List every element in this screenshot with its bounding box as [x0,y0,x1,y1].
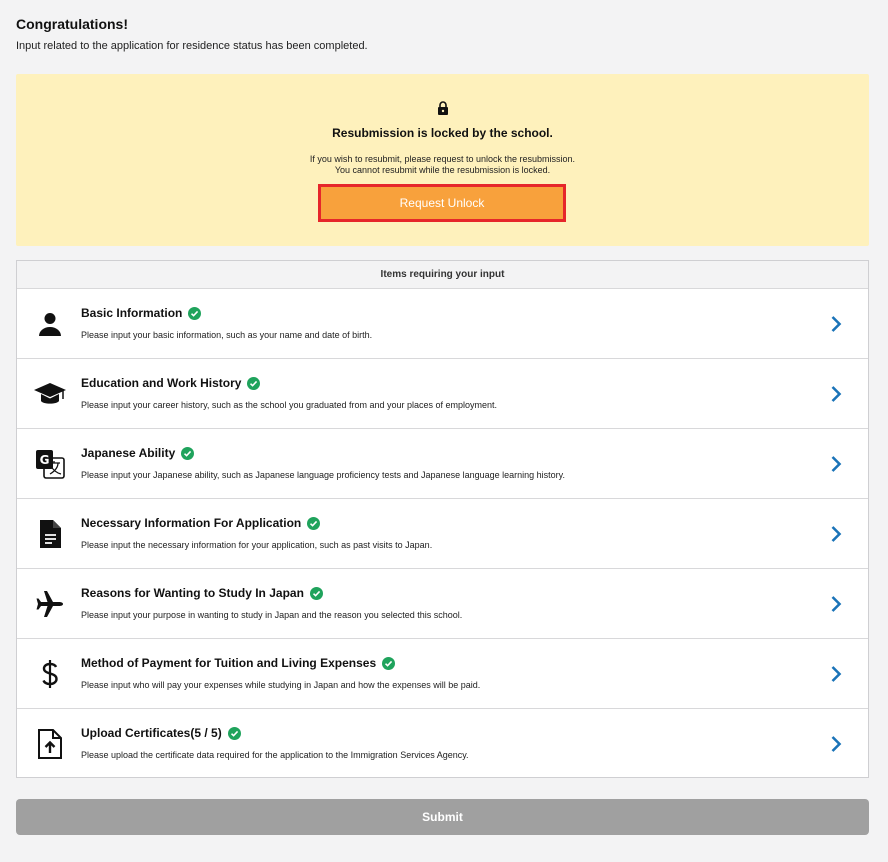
airplane-icon [33,589,67,619]
items-header: Items requiring your input [17,261,868,289]
translate-icon: G [33,449,67,479]
chevron-right-icon[interactable] [830,385,842,403]
item-basic-information[interactable]: Basic Information Please input your basi… [17,289,868,359]
check-icon [247,376,261,390]
item-necessary-information[interactable]: Necessary Information For Application Pl… [17,499,868,569]
svg-text:G: G [40,453,50,467]
lock-icon [438,101,448,115]
item-description: Please input the necessary information f… [81,540,433,550]
item-title: Upload Certificates(5 / 5) [81,726,222,740]
person-icon [33,309,67,339]
chevron-right-icon[interactable] [830,315,842,333]
item-description: Please input your basic information, suc… [81,330,373,340]
item-description: Please upload the certificate data requi… [81,750,469,760]
items-panel: Items requiring your input Basic Informa… [16,260,869,778]
item-description: Please input your Japanese ability, such… [81,470,565,480]
check-icon [181,446,195,460]
submit-button[interactable]: Submit [16,799,869,835]
document-icon [33,519,67,549]
lock-description: If you wish to resubmit, please request … [16,154,869,176]
page-subtitle: Input related to the application for res… [16,40,368,52]
request-unlock-button[interactable]: Request Unlock [318,184,566,222]
page-title: Congratulations! [16,16,128,32]
file-upload-icon [33,729,67,759]
item-title: Basic Information [81,306,183,320]
item-title: Reasons for Wanting to Study In Japan [81,586,304,600]
item-title: Japanese Ability [81,446,176,460]
check-icon [309,586,323,600]
lock-description-line-1: If you wish to resubmit, please request … [309,154,576,164]
item-education-work-history[interactable]: Education and Work History Please input … [17,359,868,429]
chevron-right-icon[interactable] [830,455,842,473]
resubmission-locked-notice: Resubmission is locked by the school. If… [16,74,869,246]
chevron-right-icon[interactable] [830,665,842,683]
check-icon [227,726,241,740]
item-title: Necessary Information For Application [81,516,302,530]
item-description: Please input who will pay your expenses … [81,680,481,690]
item-title: Method of Payment for Tuition and Living… [81,656,377,670]
item-title: Education and Work History [81,376,242,390]
dollar-icon [33,659,67,689]
lock-description-line-2: You cannot resubmit while the resubmissi… [334,165,551,175]
check-icon [307,516,321,530]
chevron-right-icon[interactable] [830,525,842,543]
graduation-cap-icon [33,379,67,409]
item-description: Please input your purpose in wanting to … [81,610,463,620]
item-japanese-ability[interactable]: G Japanese Ability Please input your Jap… [17,429,868,499]
item-payment-method[interactable]: Method of Payment for Tuition and Living… [17,639,868,709]
chevron-right-icon[interactable] [830,735,842,753]
check-icon [188,306,202,320]
item-upload-certificates[interactable]: Upload Certificates(5 / 5) Please upload… [17,709,868,779]
check-icon [382,656,396,670]
chevron-right-icon[interactable] [830,595,842,613]
lock-title: Resubmission is locked by the school. [332,126,553,140]
item-reasons-study-japan[interactable]: Reasons for Wanting to Study In Japan Pl… [17,569,868,639]
item-description: Please input your career history, such a… [81,400,498,410]
